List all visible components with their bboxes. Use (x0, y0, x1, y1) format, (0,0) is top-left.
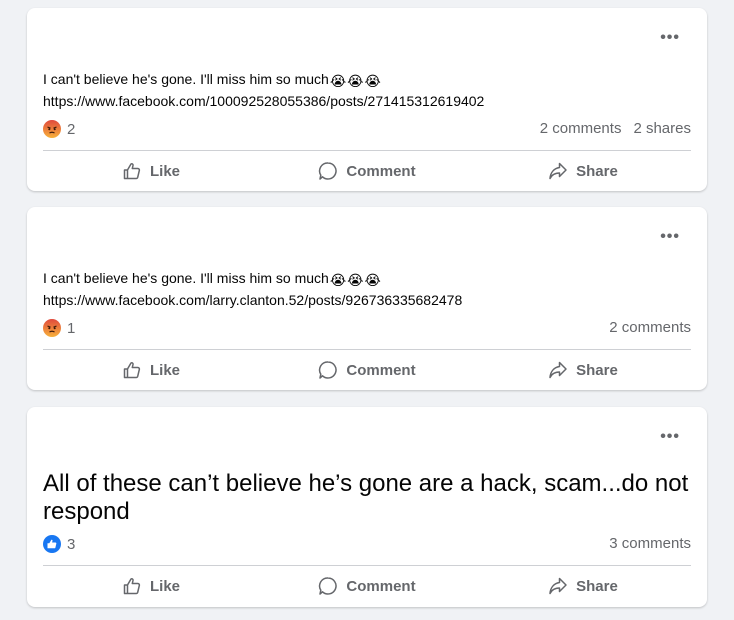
engagement-stats: 2 comments (597, 319, 691, 336)
engagement-stats: 3 comments (597, 535, 691, 552)
share-arrow-icon (549, 162, 567, 180)
post-text: I can't believe he's gone. I'll miss him… (43, 71, 329, 87)
post-body: I can't believe he's gone. I'll miss him… (43, 69, 691, 111)
angry-reaction-icon (43, 319, 61, 337)
shares-count[interactable]: 2 shares (633, 120, 691, 137)
divider (43, 349, 691, 350)
crying-emoji-icon: 😭 (329, 272, 347, 288)
divider (43, 565, 691, 566)
like-button[interactable]: Like (43, 567, 259, 605)
comment-bubble-icon (319, 162, 338, 180)
reaction-summary[interactable]: 2 (43, 120, 75, 138)
action-bar: Like Comment Share (43, 567, 691, 605)
crying-emoji-icon: 😭 (364, 73, 381, 89)
comment-label: Comment (346, 162, 416, 180)
post-stats: 1 2 comments (43, 319, 691, 339)
thumbs-up-icon (123, 578, 141, 595)
post-card-2: ••• I can't believe he's gone. I'll miss… (27, 207, 707, 390)
action-bar: Like Comment Share (43, 152, 691, 190)
share-button[interactable]: Share (475, 567, 691, 605)
post-text: I can't believe he's gone. I'll miss him… (43, 270, 329, 286)
comment-label: Comment (346, 577, 416, 595)
comments-count[interactable]: 2 comments (609, 319, 691, 336)
crying-emoji-icon: 😭 (329, 73, 347, 89)
crying-emoji-icon: 😭 (347, 73, 364, 89)
share-button[interactable]: Share (475, 351, 691, 389)
comment-button[interactable]: Comment (259, 351, 475, 389)
comment-bubble-icon (319, 577, 338, 595)
crying-emoji-icon: 😭 (364, 272, 381, 288)
share-arrow-icon (549, 361, 567, 379)
comment-button[interactable]: Comment (259, 152, 475, 190)
post-card-1: ••• I can't believe he's gone. I'll miss… (27, 8, 707, 191)
share-button[interactable]: Share (475, 152, 691, 190)
like-label: Like (149, 162, 180, 180)
reaction-count: 2 (67, 120, 76, 138)
comment-label: Comment (346, 361, 416, 379)
like-button[interactable]: Like (43, 152, 259, 190)
post-link[interactable]: https://www.facebook.com/larry.clanton.5… (43, 290, 691, 310)
share-label: Share (576, 162, 618, 180)
reaction-summary[interactable]: 3 (43, 535, 75, 553)
thumbs-up-icon (123, 163, 141, 180)
more-options-icon[interactable]: ••• (660, 229, 680, 245)
comment-bubble-icon (319, 361, 338, 379)
divider (43, 150, 691, 151)
like-label: Like (149, 577, 180, 595)
post-body: I can't believe he's gone. I'll miss him… (43, 268, 691, 310)
share-label: Share (576, 577, 618, 595)
thumbs-up-icon (123, 362, 141, 379)
comments-count[interactable]: 2 comments (540, 120, 622, 137)
post-stats: 3 3 comments (43, 535, 691, 555)
crying-emoji-icon: 😭 (347, 272, 364, 288)
share-label: Share (576, 361, 618, 379)
action-bar: Like Comment Share (43, 351, 691, 389)
reaction-count: 1 (67, 319, 76, 337)
reaction-summary[interactable]: 1 (43, 319, 75, 337)
reaction-count: 3 (67, 535, 76, 553)
post-card-3: ••• All of these can’t believe he’s gone… (27, 407, 707, 607)
share-arrow-icon (549, 577, 567, 595)
engagement-stats: 2 comments 2 shares (528, 120, 691, 137)
post-text-line: I can't believe he's gone. I'll miss him… (43, 69, 691, 91)
post-stats: 2 2 comments 2 shares (43, 120, 691, 140)
like-button[interactable]: Like (43, 351, 259, 389)
more-options-icon[interactable]: ••• (660, 30, 680, 46)
comments-count[interactable]: 3 comments (609, 535, 691, 552)
more-options-icon[interactable]: ••• (660, 429, 680, 445)
post-text-line: I can't believe he's gone. I'll miss him… (43, 268, 691, 290)
comment-button[interactable]: Comment (259, 567, 475, 605)
angry-reaction-icon (43, 120, 61, 138)
post-text: All of these can’t believe he’s gone are… (43, 470, 689, 525)
like-label: Like (149, 361, 180, 379)
post-link[interactable]: https://www.facebook.com/100092528055386… (43, 91, 691, 111)
like-reaction-icon (43, 535, 61, 553)
